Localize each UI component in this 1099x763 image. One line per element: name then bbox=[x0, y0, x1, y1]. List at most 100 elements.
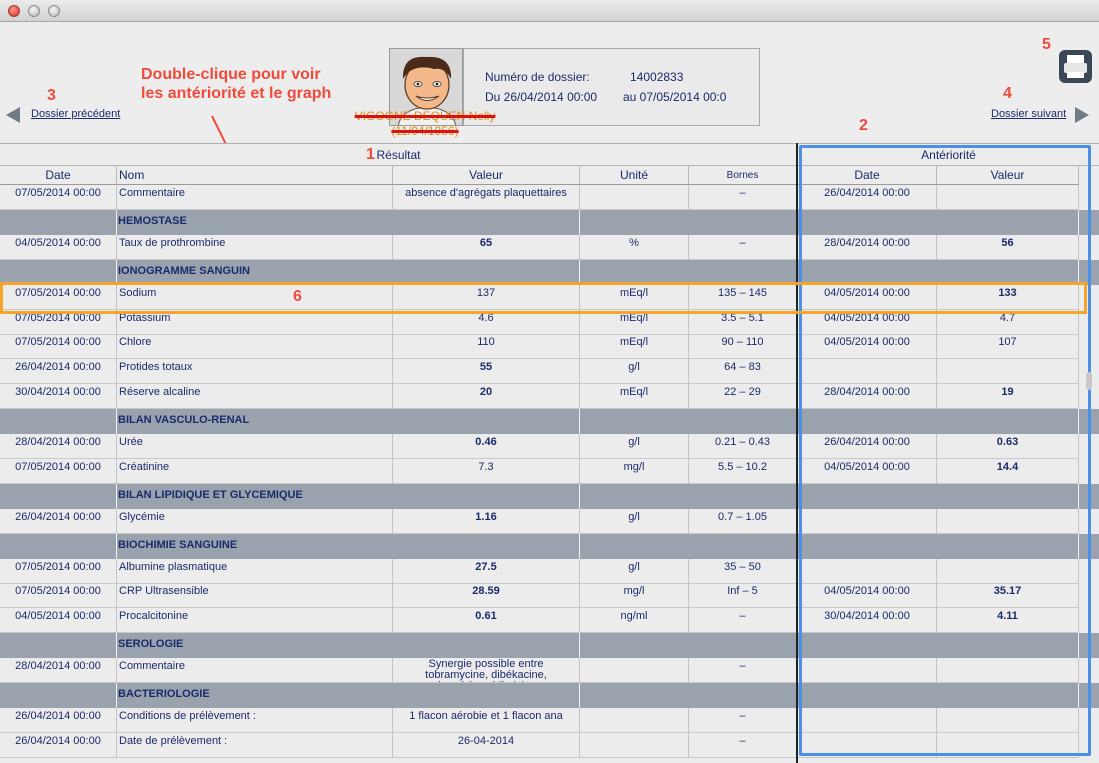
cell-bornes: 0.21 – 0.43 bbox=[689, 434, 797, 459]
cell-date: 07/05/2014 00:00 bbox=[0, 458, 117, 484]
cell-unite: ng/ml bbox=[580, 608, 689, 634]
cell-valeur: 7.3 bbox=[393, 458, 580, 484]
cell-bornes: – bbox=[689, 234, 797, 260]
group-label: IONOGRAMME SANGUIN bbox=[118, 264, 250, 277]
patient-header: Numéro de dossier: 14002833 Du 26/04/201… bbox=[0, 23, 1099, 143]
cell-bornes: 5.5 – 10.2 bbox=[689, 458, 797, 484]
cell-bornes: – bbox=[689, 707, 797, 733]
cell-unite: g/l bbox=[580, 434, 689, 459]
cell-unite: mg/l bbox=[580, 583, 689, 609]
cell-nom: Glycémie bbox=[117, 508, 393, 534]
annotation-1: 1 bbox=[366, 146, 375, 163]
cell-nom: CRP Ultrasensible bbox=[117, 583, 393, 609]
period-to: au 07/05/2014 00:0 bbox=[623, 90, 727, 104]
cell-bornes: Inf – 5 bbox=[689, 583, 797, 609]
previous-arrow-icon[interactable] bbox=[6, 107, 20, 123]
cell-unite: g/l bbox=[580, 558, 689, 584]
cell-date: 30/04/2014 00:00 bbox=[0, 384, 117, 410]
cell-date: 26/04/2014 00:00 bbox=[0, 707, 117, 733]
cell-bornes: 90 – 110 bbox=[689, 334, 797, 360]
cell-nom: Réserve alcaline bbox=[117, 384, 393, 410]
group-label: BACTERIOLOGIE bbox=[118, 688, 210, 700]
cell-date: 26/04/2014 00:00 bbox=[0, 508, 117, 534]
cell-unite bbox=[580, 658, 689, 684]
cell-bornes: 64 – 83 bbox=[689, 359, 797, 385]
group-label: BIOCHIMIE SANGUINE bbox=[118, 538, 238, 551]
cell-bornes: – bbox=[689, 658, 797, 684]
annotation-4: 4 bbox=[1003, 85, 1012, 102]
cell-valeur: 27.5 bbox=[393, 558, 580, 584]
cell-nom: Procalcitonine bbox=[117, 608, 393, 634]
cell-bornes: 22 – 29 bbox=[689, 384, 797, 410]
cell-nom: Protides totaux bbox=[117, 359, 393, 385]
zoom-window-button[interactable] bbox=[48, 5, 60, 17]
dossier-number-value: 14002833 bbox=[630, 70, 684, 84]
patient-birthdate: (11/04/1956) bbox=[391, 124, 459, 138]
next-arrow-icon[interactable] bbox=[1075, 107, 1089, 123]
annotation-3: 3 bbox=[47, 87, 56, 104]
annotation-5: 5 bbox=[1042, 36, 1051, 53]
cell-date: 28/04/2014 00:00 bbox=[0, 658, 117, 684]
previous-dossier-link[interactable]: Dossier précédent bbox=[31, 108, 120, 120]
close-window-button[interactable] bbox=[8, 5, 20, 17]
anteriority-highlight-box bbox=[799, 145, 1091, 756]
cell-nom: Date de prélèvement : bbox=[117, 732, 393, 758]
group-label: BILAN VASCULO-RENAL bbox=[118, 414, 250, 427]
cell-unite: mEq/l bbox=[580, 384, 689, 410]
window-titlebar bbox=[0, 0, 1099, 22]
cell-unite: g/l bbox=[580, 508, 689, 534]
dossier-number-label: Numéro de dossier: bbox=[485, 70, 590, 84]
cell-bornes: – bbox=[689, 732, 797, 758]
cell-date: 04/05/2014 00:00 bbox=[0, 234, 117, 260]
column-header-bornes[interactable]: Bornes bbox=[689, 166, 797, 185]
print-button[interactable] bbox=[1059, 50, 1092, 83]
scrollbar-thumb[interactable] bbox=[1086, 372, 1092, 390]
group-label: BILAN LIPIDIQUE ET GLYCEMIQUE bbox=[118, 488, 303, 501]
cell-nom: Taux de prothrombine bbox=[117, 234, 393, 260]
next-dossier-link[interactable]: Dossier suivant bbox=[991, 108, 1066, 120]
cell-date: 07/05/2014 00:00 bbox=[0, 185, 117, 210]
cell-nom: Urée bbox=[117, 434, 393, 459]
column-header-date[interactable]: Date bbox=[0, 166, 117, 185]
cell-valeur: 110 bbox=[393, 334, 580, 360]
cell-nom: Conditions de prélèvement : bbox=[117, 707, 393, 733]
cell-date: 04/05/2014 00:00 bbox=[0, 608, 117, 634]
cell-valeur: 1.16 bbox=[393, 508, 580, 534]
cell-nom: Chlore bbox=[117, 334, 393, 360]
sodium-row-highlight: 6 bbox=[0, 282, 1087, 314]
minimize-window-button[interactable] bbox=[28, 5, 40, 17]
cell-date: 26/04/2014 00:00 bbox=[0, 732, 117, 758]
cell-nom: Albumine plasmatique bbox=[117, 558, 393, 584]
cell-bornes: – bbox=[689, 185, 797, 210]
cell-bornes: – bbox=[689, 608, 797, 634]
cell-valeur: absence d'agrégats plaquettaires bbox=[393, 185, 580, 210]
cell-valeur: 55 bbox=[393, 359, 580, 385]
cell-valeur: 0.61 bbox=[393, 608, 580, 634]
patient-name: VIGOGNE DEQUEN Nelly bbox=[354, 109, 496, 123]
group-label: SEROLOGIE bbox=[118, 638, 184, 651]
cell-unite: mEq/l bbox=[580, 334, 689, 360]
cell-date: 07/05/2014 00:00 bbox=[0, 334, 117, 360]
cell-valeur: 28.59 bbox=[393, 583, 580, 609]
cell-unite bbox=[580, 707, 689, 733]
cell-bornes: 35 – 50 bbox=[689, 558, 797, 584]
column-header-unite[interactable]: Unité bbox=[580, 166, 689, 185]
cell-nom: Commentaire bbox=[117, 185, 393, 210]
cell-valeur: 20 bbox=[393, 384, 580, 410]
annotation-2: 2 bbox=[859, 117, 868, 134]
cell-nom: Créatinine bbox=[117, 458, 393, 484]
column-header-nom[interactable]: Nom bbox=[117, 166, 393, 185]
annotation-6: 6 bbox=[293, 288, 302, 305]
results-section-title: Résultat bbox=[0, 144, 797, 166]
cell-unite: % bbox=[580, 234, 689, 260]
cell-date: 07/05/2014 00:00 bbox=[0, 583, 117, 609]
cell-bornes: 0.7 – 1.05 bbox=[689, 508, 797, 534]
cell-valeur: 26-04-2014 bbox=[393, 732, 580, 758]
cell-unite bbox=[580, 185, 689, 210]
cell-unite: g/l bbox=[580, 359, 689, 385]
column-header-valeur[interactable]: Valeur bbox=[393, 166, 580, 185]
period-from: Du 26/04/2014 00:00 bbox=[485, 90, 598, 104]
cell-date: 26/04/2014 00:00 bbox=[0, 359, 117, 385]
cell-valeur: 0.46 bbox=[393, 434, 580, 459]
cell-valeur: 1 flacon aérobie et 1 flacon ana bbox=[393, 707, 580, 733]
